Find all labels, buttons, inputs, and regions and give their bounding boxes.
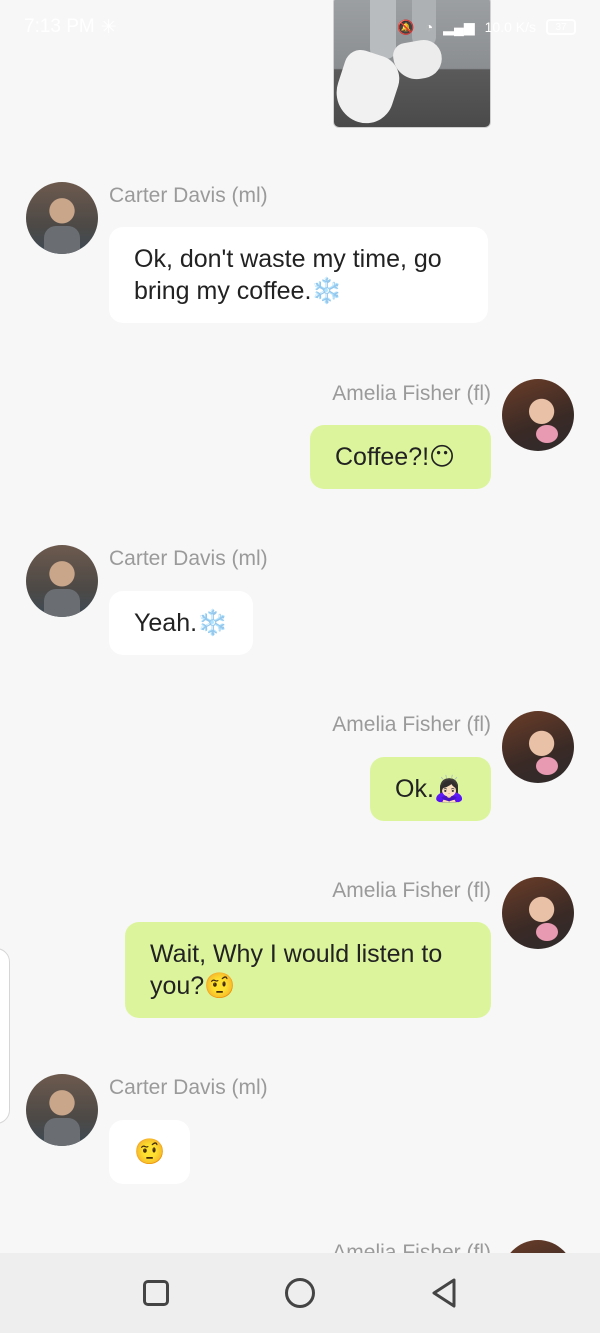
- sender-name: Amelia Fisher (fl): [332, 382, 491, 405]
- avatar-amelia[interactable]: [502, 711, 574, 783]
- sender-name: Amelia Fisher (fl): [332, 879, 491, 902]
- avatar-carter[interactable]: [26, 545, 98, 617]
- avatar-carter[interactable]: [26, 182, 98, 254]
- battery-level: 37: [555, 21, 567, 33]
- message-bubble[interactable]: Wait, Why I would listen to you?🤨: [125, 922, 491, 1018]
- sender-name: Carter Davis (ml): [109, 547, 268, 570]
- sender-name: Carter Davis (ml): [109, 1076, 268, 1099]
- side-drawer-handle[interactable]: [0, 948, 10, 1124]
- triangle-back-icon: [432, 1278, 456, 1308]
- network-speed: 10.0 K/s: [484, 19, 536, 35]
- battery-icon: 37: [546, 19, 576, 35]
- circle-icon: [285, 1278, 315, 1308]
- home-button[interactable]: [280, 1273, 320, 1313]
- message-bubble[interactable]: Ok, don't waste my time, go bring my cof…: [109, 227, 488, 323]
- sender-name: Amelia Fisher (fl): [332, 713, 491, 736]
- square-icon: [143, 1280, 169, 1306]
- recents-button[interactable]: [136, 1273, 176, 1313]
- back-button[interactable]: [424, 1273, 464, 1313]
- sender-name: Carter Davis (ml): [109, 184, 268, 207]
- navigation-bar: [0, 1253, 600, 1333]
- avatar-carter[interactable]: [26, 1074, 98, 1146]
- avatar-amelia[interactable]: [502, 379, 574, 451]
- status-bar: 7:13 PM ✳ 🔕 ◔ ▂▄▆ 10.0 K/s 37: [0, 0, 600, 54]
- app-notification-icon: ✳: [100, 16, 117, 38]
- wifi-icon: ◔: [424, 19, 434, 35]
- signal-icon: ▂▄▆: [443, 18, 475, 35]
- mute-icon: 🔕: [397, 18, 415, 35]
- avatar-amelia[interactable]: [502, 877, 574, 949]
- message-bubble[interactable]: Coffee?!😶: [310, 425, 491, 489]
- status-time: 7:13 PM: [24, 16, 95, 37]
- message-bubble[interactable]: 🤨: [109, 1120, 191, 1184]
- message-bubble[interactable]: Ok.🙇🏻‍♀️: [370, 757, 491, 821]
- message-bubble[interactable]: Yeah.❄️: [109, 591, 254, 655]
